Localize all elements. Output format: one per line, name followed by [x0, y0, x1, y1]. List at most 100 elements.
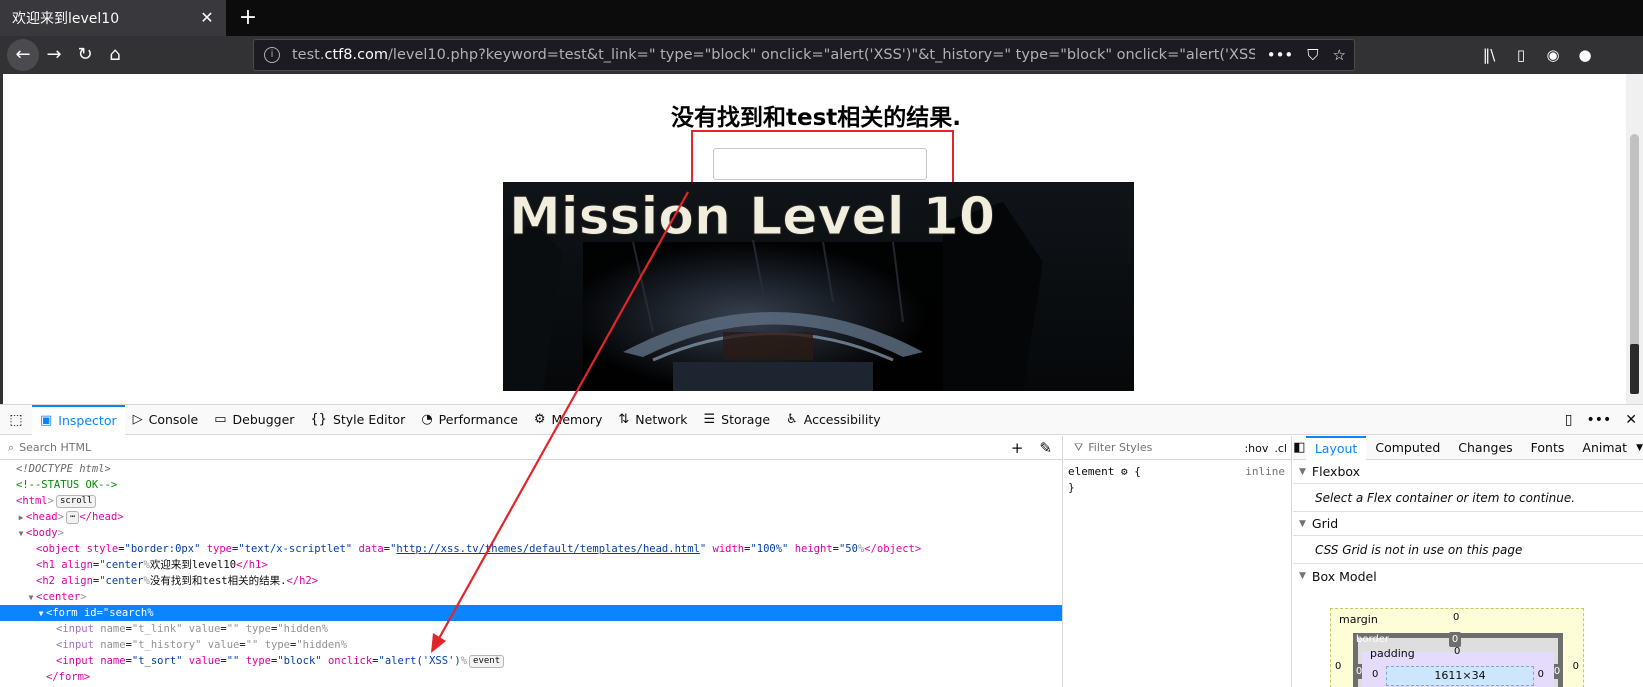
devtools-menu-icon[interactable]: ••• — [1586, 412, 1611, 428]
page-scrollbar[interactable] — [1626, 74, 1643, 404]
element-picker-icon[interactable]: ⬚ — [0, 405, 32, 435]
bookmark-star-icon[interactable]: ☆ — [1333, 46, 1346, 64]
tree-node[interactable]: <input name="t_sort" value="" type="bloc… — [0, 653, 1062, 669]
hov-toggle[interactable]: :hov — [1244, 442, 1268, 455]
tab-accessibility[interactable]: ♿ Accessibility — [778, 405, 889, 435]
tab-active[interactable]: 欢迎来到level10 ✕ — [0, 0, 226, 36]
tree-node[interactable]: ▼ <center> — [0, 589, 1062, 605]
back-icon[interactable]: ← — [7, 39, 39, 71]
forward-icon[interactable]: → — [38, 39, 70, 71]
tab-debugger[interactable]: ▭ Debugger — [206, 405, 302, 435]
gear-icon[interactable]: ⚙ — [1121, 465, 1128, 478]
toggle-pane-icon[interactable]: ◧ — [1293, 440, 1306, 455]
scrollbar-grip[interactable] — [1630, 344, 1639, 394]
padding-right-value[interactable]: 0 — [1538, 669, 1544, 680]
grid-title: Grid — [1311, 516, 1339, 531]
tab-changes[interactable]: Changes — [1449, 436, 1521, 460]
collapse-arrow-icon[interactable]: ▼ — [26, 590, 36, 606]
search-icon: ⌕ — [8, 440, 15, 454]
site-info-icon[interactable]: i — [264, 47, 280, 63]
element-rule[interactable]: element ⚙ { } inline — [1064, 460, 1291, 496]
page-actions-icon[interactable]: ••• — [1267, 46, 1294, 64]
tree-node[interactable]: <!--STATUS OK--> — [0, 477, 1062, 493]
tree-node[interactable]: <html> scroll — [0, 493, 1062, 509]
tree-node[interactable]: <object style="border:0px" type="text/x-… — [0, 541, 1062, 557]
tab-memory[interactable]: ⚙ Memory — [526, 405, 611, 435]
sidebar-icon[interactable]: ▯ — [1508, 46, 1534, 64]
tab-layout[interactable]: Layout — [1305, 435, 1367, 460]
search-html-input[interactable]: ⌕ Search HTML + ✎ — [0, 436, 1062, 460]
devtools-panel: ⬚ ▣ Inspector ▷ Console ▭ Debugger {} Style … — [0, 404, 1643, 687]
url-path: /level10.php?keyword=test&t_link=" type=… — [388, 47, 1282, 63]
library-icon[interactable]: ‖\ — [1476, 46, 1502, 64]
expand-arrow-icon[interactable]: ▶ — [16, 510, 26, 526]
tree-node-selected[interactable]: ▼ <form id="search% — [0, 605, 1062, 621]
reload-icon[interactable]: ↻ — [69, 39, 101, 71]
border-top-value[interactable]: 0 — [1449, 632, 1461, 647]
border-label: border — [1356, 634, 1390, 645]
tree-node[interactable]: <!DOCTYPE html> — [0, 461, 1062, 477]
responsive-mode-icon[interactable]: ▯ — [1565, 412, 1573, 428]
storage-icon: ☰ — [703, 412, 716, 427]
layout-sidebar: ◧ Layout Computed Changes Fonts Animat ▼… — [1293, 435, 1643, 687]
tab-style-editor[interactable]: {} Style Editor — [302, 405, 413, 435]
flexbox-title: Flexbox — [1311, 464, 1361, 479]
url-text[interactable]: test.ctf8.com/level10.php?keyword=test&t… — [292, 47, 1282, 63]
tab-animations[interactable]: Animat — [1573, 436, 1636, 460]
new-tab-button[interactable]: + — [232, 2, 264, 34]
scroll-badge[interactable]: scroll — [55, 495, 97, 508]
tree-node[interactable]: <input name="t_history" value="" type="h… — [0, 637, 1062, 653]
eyedropper-icon[interactable]: ✎ — [1039, 439, 1052, 457]
page-heading: 没有找到和test相关的结果. — [670, 105, 961, 131]
tree-node[interactable]: <h1 align="center%欢迎来到level10</h1> — [0, 557, 1062, 573]
tree-node[interactable]: ▶ <head> ⋯ </head> — [0, 509, 1062, 525]
pocket-icon[interactable]: ⛉ — [1307, 46, 1318, 64]
tab-label: Accessibility — [803, 412, 881, 427]
tree-node[interactable]: </form> — [0, 669, 1062, 685]
add-node-icon[interactable]: + — [1011, 439, 1024, 457]
banner-graphic: Mission Level 10 — [503, 182, 1134, 391]
tab-fonts[interactable]: Fonts — [1522, 436, 1574, 460]
tab-console[interactable]: ▷ Console — [125, 405, 207, 435]
collapse-arrow-icon[interactable]: ▼ — [36, 606, 46, 622]
close-devtools-icon[interactable]: ✕ — [1625, 412, 1637, 428]
url-prefix: test. — [292, 47, 325, 63]
padding-top-value[interactable]: 0 — [1454, 646, 1460, 657]
collapse-arrow-icon[interactable]: ▼ — [16, 526, 26, 542]
rule-selector: element — [1068, 465, 1115, 478]
tab-computed[interactable]: Computed — [1366, 436, 1449, 460]
tree-node[interactable]: <input name="t_link" value="" type="hidd… — [0, 621, 1062, 637]
cls-toggle[interactable]: .cl — [1274, 442, 1287, 455]
tree-node[interactable]: ▼ <body> — [0, 525, 1062, 541]
filter-styles-input[interactable]: ⛛ Filter Styles :hov .cl — [1064, 436, 1291, 460]
nav-toolbar: ← → ↻ ⌂ i test.ctf8.com/level10.php?keyw… — [0, 36, 1643, 74]
collapsed-badge[interactable]: ⋯ — [65, 511, 80, 524]
address-bar[interactable]: i test.ctf8.com/level10.php?keyword=test… — [253, 39, 1355, 71]
close-tab-icon[interactable]: ✕ — [198, 9, 216, 27]
tree-node[interactable]: <h2 align="center%没有找到和test相关的结果.</h2> — [0, 573, 1062, 589]
boxmodel-section-header[interactable]: ▼ Box Model — [1293, 564, 1643, 588]
padding-left-value[interactable]: 0 — [1372, 669, 1378, 680]
margin-left-value[interactable]: 0 — [1335, 661, 1341, 672]
tab-inspector[interactable]: ▣ Inspector — [32, 404, 125, 435]
grid-note: CSS Grid is not in use on this page — [1293, 536, 1643, 564]
account-icon[interactable]: ◉ — [1540, 46, 1566, 64]
style-editor-icon: {} — [310, 412, 327, 427]
chevron-down-icon[interactable]: ▼ — [1636, 443, 1643, 453]
margin-top-value[interactable]: 0 — [1453, 612, 1459, 623]
content-size[interactable]: 1611×34 — [1386, 666, 1534, 686]
extension-icon[interactable]: ● — [1572, 46, 1598, 64]
flexbox-section-header[interactable]: ▼ Flexbox — [1293, 460, 1643, 484]
tab-storage[interactable]: ☰ Storage — [696, 405, 779, 435]
home-icon[interactable]: ⌂ — [99, 39, 131, 71]
grid-section-header[interactable]: ▼ Grid — [1293, 512, 1643, 536]
tab-performance[interactable]: ◔ Performance — [413, 405, 526, 435]
tab-label: Storage — [721, 412, 771, 427]
comment-node: <!--STATUS OK--> — [16, 479, 118, 491]
margin-right-value[interactable]: 0 — [1573, 661, 1579, 672]
tab-network[interactable]: ⇅ Network — [610, 405, 695, 435]
doctype-node: <!DOCTYPE html> — [16, 463, 111, 475]
object-data-link[interactable]: http://xss.tv/themes/default/templates/h… — [396, 543, 699, 555]
event-badge[interactable]: event — [469, 655, 505, 668]
tab-label: Debugger — [232, 412, 295, 427]
